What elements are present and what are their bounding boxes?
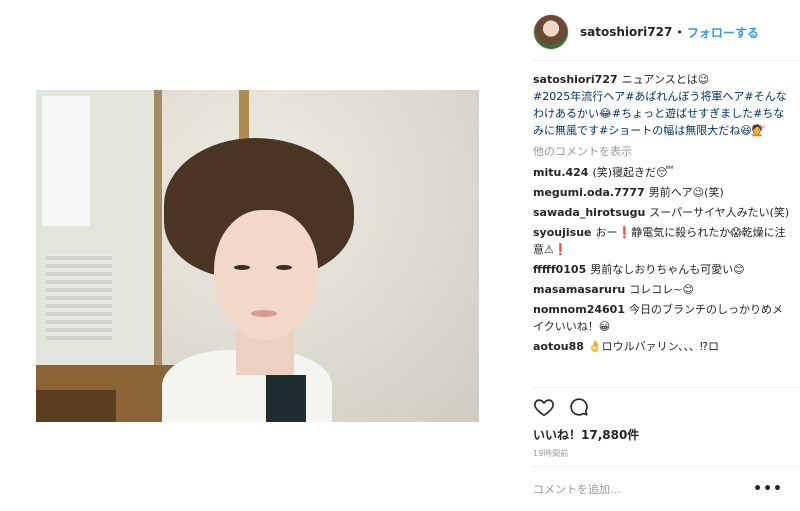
- caption: satoshiori727 ニュアンスとは😉 #2025年流行ヘア#あばれんぼう将…: [533, 71, 791, 139]
- post-timestamp[interactable]: 19時間前: [533, 448, 569, 459]
- header-divider: [532, 60, 800, 61]
- comment-username[interactable]: syoujisue: [533, 226, 592, 239]
- comment-item: fffff0105 男前なしおりちゃんも可愛い😊: [533, 261, 791, 278]
- action-bar: [533, 396, 590, 421]
- comment-username[interactable]: mitu.424: [533, 166, 588, 179]
- caption-hashtags[interactable]: #2025年流行ヘア#あばれんぼう将軍ヘア#そんなわけあるかい😂#ちょっと遊ばせ…: [533, 90, 787, 137]
- comment-text: 男前ヘア😉(笑): [648, 186, 724, 199]
- post-header: satoshiori727 • フォローする: [533, 14, 759, 50]
- post-photo: [36, 90, 479, 422]
- comment-text: 👌ロウルバァリン、、、⁉ロ: [587, 340, 720, 353]
- comment-item: megumi.oda.7777 男前ヘア😉(笑): [533, 184, 791, 201]
- comment-text: スーパーサイヤ人みたい(笑): [649, 206, 790, 219]
- comment-text: 男前なしおりちゃんも可愛い😊: [590, 263, 745, 276]
- actions-divider: [532, 387, 800, 388]
- comments-section: satoshiori727 ニュアンスとは😉 #2025年流行ヘア#あばれんぼう将…: [533, 71, 791, 358]
- view-more-comments-link[interactable]: 他のコメントを表示: [533, 143, 791, 160]
- comment-username[interactable]: sawada_hirotsugu: [533, 206, 645, 219]
- input-divider: [532, 466, 800, 467]
- avatar[interactable]: [533, 14, 569, 50]
- comment-username[interactable]: masamasaruru: [533, 283, 625, 296]
- comment-username[interactable]: fffff0105: [533, 263, 586, 276]
- comment-item: sawada_hirotsugu スーパーサイヤ人みたい(笑): [533, 204, 791, 221]
- add-comment-row: コメントを追加... •••: [533, 474, 783, 504]
- comment-text: コレコレ~😊: [629, 283, 694, 296]
- comment-item: syoujisue おー❗静電気に殺られたか😱乾燥に注意⚠❗: [533, 224, 791, 258]
- likes-count[interactable]: いいね！17,880件: [533, 426, 639, 443]
- comment-username[interactable]: nomnom24601: [533, 303, 625, 316]
- more-options-icon[interactable]: •••: [753, 481, 783, 497]
- comment-username[interactable]: megumi.oda.7777: [533, 186, 645, 199]
- heart-icon[interactable]: [533, 396, 555, 421]
- comment-username[interactable]: aotou88: [533, 340, 584, 353]
- add-comment-input[interactable]: コメントを追加...: [533, 481, 621, 497]
- comment-item: aotou88 👌ロウルバァリン、、、⁉ロ: [533, 338, 791, 355]
- comment-list: mitu.424 (笑)寝起きだ😴 megumi.oda.7777 男前ヘア😉(笑) s…: [533, 164, 791, 355]
- header-username[interactable]: satoshiori727: [580, 25, 672, 39]
- separator-dot: •: [676, 25, 683, 39]
- comment-item: masamasaruru コレコレ~😊: [533, 281, 791, 298]
- comment-text: (笑)寝起きだ😴: [592, 166, 674, 179]
- caption-lead: ニュアンスとは😉: [621, 73, 710, 86]
- comment-bubble-icon[interactable]: [568, 396, 590, 421]
- comment-item: mitu.424 (笑)寝起きだ😴: [533, 164, 791, 181]
- follow-button[interactable]: フォローする: [687, 24, 759, 41]
- caption-username[interactable]: satoshiori727: [533, 73, 618, 86]
- comment-item: nomnom24601 今日のブランチのしっかりめメイクいいね！😀: [533, 301, 791, 335]
